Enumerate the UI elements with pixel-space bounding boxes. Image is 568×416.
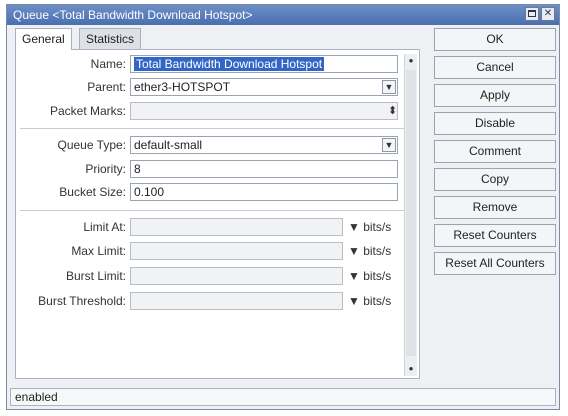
burst-limit-unit-label: bits/s bbox=[363, 269, 392, 283]
window-title: Queue <Total Bandwidth Download Hotspot> bbox=[13, 8, 253, 22]
packet-marks-label: Packet Marks: bbox=[49, 104, 126, 118]
packet-marks-field[interactable] bbox=[130, 102, 398, 120]
separator bbox=[20, 210, 415, 211]
scroll-down-icon[interactable]: ● bbox=[405, 362, 417, 376]
parent-label: Parent: bbox=[87, 80, 126, 94]
burst-threshold-unit[interactable]: ▼ bits/s bbox=[348, 294, 391, 308]
ok-button[interactable]: OK bbox=[434, 28, 556, 51]
scroll-up-icon[interactable]: ● bbox=[405, 54, 417, 68]
tab-general[interactable]: General bbox=[15, 28, 72, 50]
max-limit-label: Max Limit: bbox=[71, 244, 126, 258]
name-label: Name: bbox=[90, 57, 126, 71]
queue-type-select[interactable]: default-small bbox=[130, 136, 398, 154]
apply-button[interactable]: Apply bbox=[434, 84, 556, 107]
name-value: Total Bandwidth Download Hotspot bbox=[134, 57, 325, 71]
queue-type-label: Queue Type: bbox=[57, 138, 127, 152]
up-down-arrows-icon[interactable]: ⬍ bbox=[388, 104, 397, 117]
reset-all-counters-button[interactable]: Reset All Counters bbox=[434, 252, 556, 275]
burst-threshold-field[interactable] bbox=[130, 292, 343, 310]
bucket-size-field[interactable]: 0.100 bbox=[130, 183, 398, 201]
parent-value: ether3-HOTSPOT bbox=[134, 80, 231, 94]
reset-counters-button[interactable]: Reset Counters bbox=[434, 224, 556, 247]
scrollbar-thumb[interactable] bbox=[406, 70, 416, 356]
panel-scrollbar[interactable]: ● ● bbox=[404, 54, 417, 376]
priority-field[interactable]: 8 bbox=[130, 160, 398, 178]
queue-type-value: default-small bbox=[134, 138, 203, 152]
limit-at-field[interactable] bbox=[130, 218, 343, 236]
bucket-size-value: 0.100 bbox=[134, 185, 165, 199]
priority-value: 8 bbox=[134, 162, 141, 176]
disable-button[interactable]: Disable bbox=[434, 112, 556, 135]
copy-button[interactable]: Copy bbox=[434, 168, 556, 191]
max-limit-field[interactable] bbox=[130, 242, 343, 260]
maximize-icon[interactable] bbox=[525, 7, 539, 21]
separator bbox=[20, 128, 415, 129]
limit-at-label: Limit At: bbox=[83, 220, 126, 234]
burst-limit-unit[interactable]: ▼ bits/s bbox=[348, 269, 391, 283]
close-icon[interactable]: ✕ bbox=[541, 7, 555, 21]
priority-label: Priority: bbox=[85, 162, 126, 176]
title-bar[interactable]: Queue <Total Bandwidth Download Hotspot>… bbox=[7, 5, 559, 25]
status-bar: enabled bbox=[10, 388, 556, 406]
remove-button[interactable]: Remove bbox=[434, 196, 556, 219]
queue-window: Queue <Total Bandwidth Download Hotspot>… bbox=[6, 4, 560, 410]
burst-threshold-label: Burst Threshold: bbox=[38, 294, 126, 308]
bucket-size-label: Bucket Size: bbox=[59, 185, 126, 199]
cancel-button[interactable]: Cancel bbox=[434, 56, 556, 79]
queue-type-dropdown-icon[interactable]: ▼ bbox=[382, 138, 396, 152]
limit-at-unit-label: bits/s bbox=[363, 220, 392, 234]
parent-select[interactable]: ether3-HOTSPOT bbox=[130, 78, 398, 96]
burst-threshold-unit-label: bits/s bbox=[363, 294, 392, 308]
burst-limit-label: Burst Limit: bbox=[65, 269, 126, 283]
general-panel: Name: Total Bandwidth Download Hotspot P… bbox=[15, 49, 420, 379]
limit-at-unit[interactable]: ▼ bits/s bbox=[348, 220, 391, 234]
comment-button[interactable]: Comment bbox=[434, 140, 556, 163]
max-limit-unit[interactable]: ▼ bits/s bbox=[348, 244, 391, 258]
parent-dropdown-icon[interactable]: ▼ bbox=[382, 80, 396, 94]
max-limit-unit-label: bits/s bbox=[363, 244, 392, 258]
burst-limit-field[interactable] bbox=[130, 267, 343, 285]
tab-statistics[interactable]: Statistics bbox=[79, 28, 142, 49]
name-field[interactable]: Total Bandwidth Download Hotspot bbox=[130, 55, 398, 73]
